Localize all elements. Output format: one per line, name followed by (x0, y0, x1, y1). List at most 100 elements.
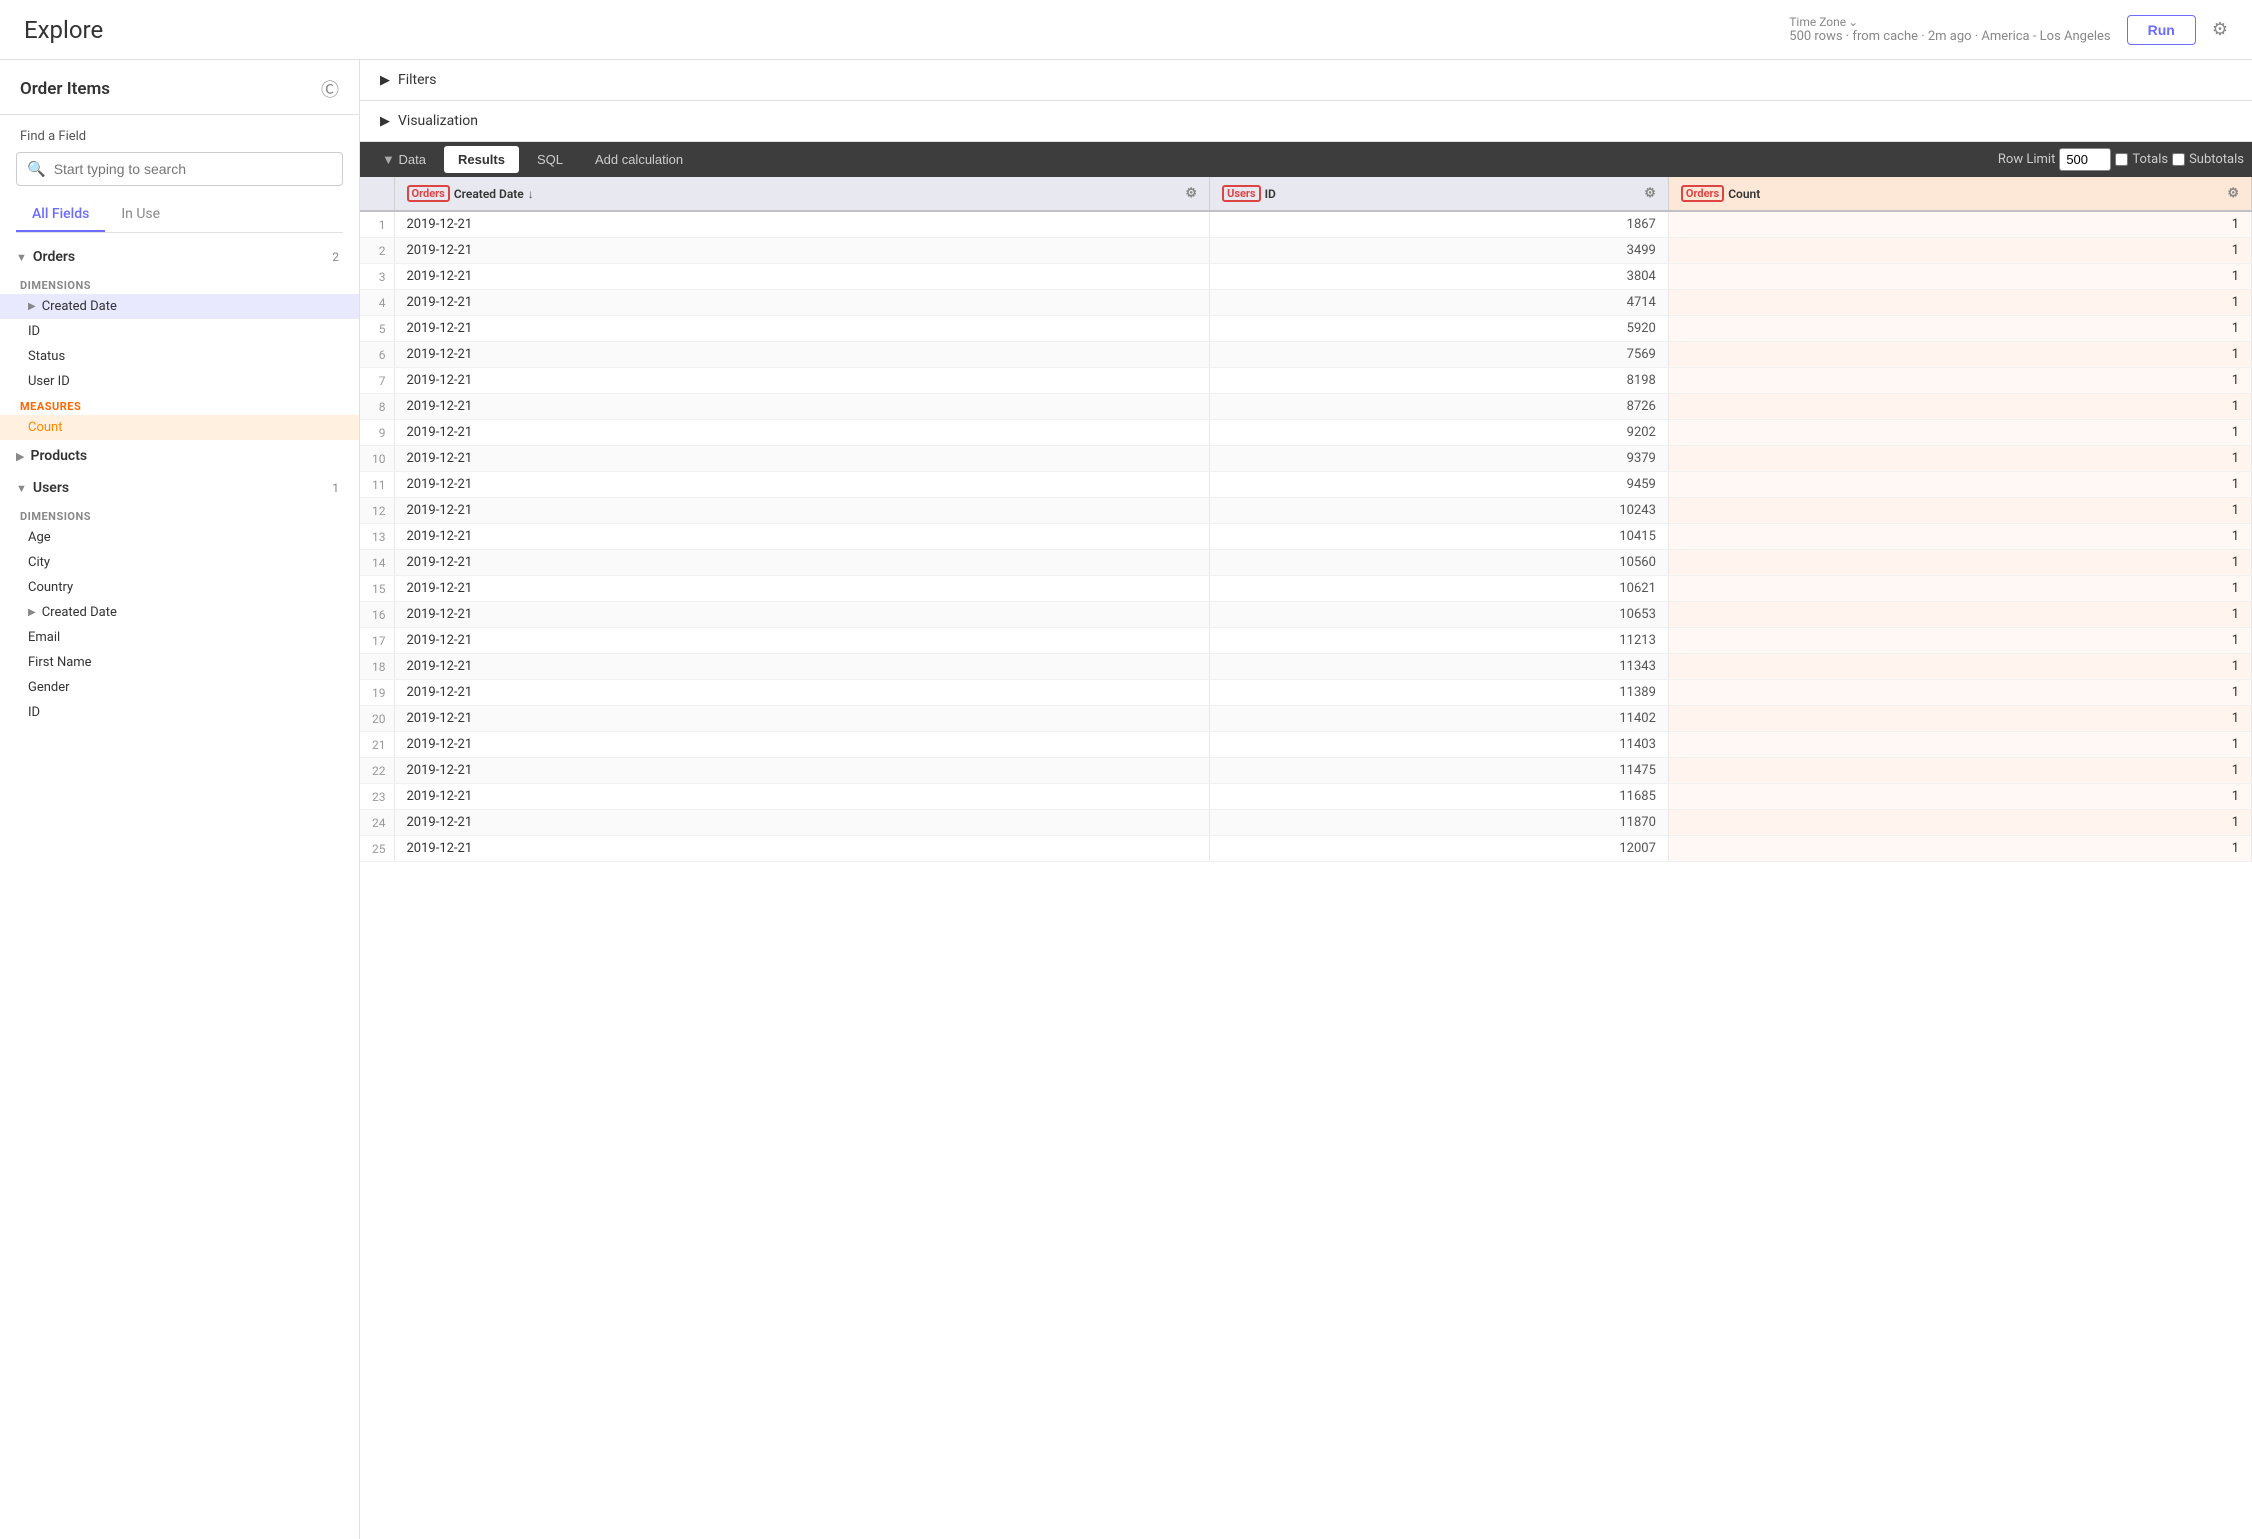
chevron-down-icon: ▼ (16, 251, 27, 264)
table-row: 102019-12-2193791 (360, 446, 2252, 472)
dimensions-label-users: DIMENSIONS (0, 504, 359, 525)
filters-section[interactable]: ▶ Filters (360, 60, 2252, 101)
col-header-orders-count[interactable]: Orders Count ⚙ (1668, 177, 2251, 211)
table-row: 212019-12-21114031 (360, 732, 2252, 758)
orders-badge-1: Orders (407, 185, 450, 202)
field-group-orders: ▼ Orders 2 DIMENSIONS ▶ Created Date ID … (0, 241, 359, 440)
cell-count: 1 (1668, 211, 2251, 238)
totals-checkbox[interactable] (2115, 153, 2128, 166)
timezone-selector[interactable]: Time Zone ⌄ (1789, 15, 2110, 29)
sidebar-title: Order Items Ⓒ (20, 76, 339, 102)
field-users-country[interactable]: Country (0, 575, 359, 600)
cell-created-date: 2019-12-21 (394, 784, 1210, 810)
row-number: 25 (360, 836, 394, 862)
cell-count: 1 (1668, 498, 2251, 524)
filters-expand-icon: ▶ (380, 73, 390, 88)
data-toolbar: ▼ Data Results SQL Add calculation Row L… (360, 142, 2252, 177)
field-orders-count[interactable]: Count (0, 415, 359, 440)
table-row: 72019-12-2181981 (360, 368, 2252, 394)
field-orders-created-date[interactable]: ▶ Created Date (0, 294, 359, 319)
data-tab[interactable]: ▼ Data (368, 146, 440, 173)
cell-user-id: 1867 (1210, 211, 1669, 238)
row-number: 15 (360, 576, 394, 602)
cell-user-id: 3804 (1210, 264, 1669, 290)
table-row: 152019-12-21106211 (360, 576, 2252, 602)
field-users-gender[interactable]: Gender (0, 675, 359, 700)
field-users-created-date[interactable]: ▶ Created Date (0, 600, 359, 625)
field-orders-id[interactable]: ID (0, 319, 359, 344)
cell-count: 1 (1668, 472, 2251, 498)
row-number: 3 (360, 264, 394, 290)
row-number: 21 (360, 732, 394, 758)
field-users-age[interactable]: Age (0, 525, 359, 550)
cell-count: 1 (1668, 654, 2251, 680)
expand-icon-users: ▶ (28, 607, 36, 618)
chevron-right-icon: ▶ (16, 450, 24, 463)
table-row: 32019-12-2138041 (360, 264, 2252, 290)
cell-count: 1 (1668, 394, 2251, 420)
dimensions-label-orders: DIMENSIONS (0, 273, 359, 294)
sql-tab[interactable]: SQL (523, 146, 577, 173)
cell-count: 1 (1668, 524, 2251, 550)
settings-icon[interactable]: ⚙ (2212, 19, 2228, 40)
cell-created-date: 2019-12-21 (394, 524, 1210, 550)
field-group-users-header[interactable]: ▼ Users 1 (0, 472, 359, 504)
search-input[interactable] (54, 161, 332, 177)
col-settings-icon-1[interactable]: ⚙ (1185, 186, 1197, 201)
cell-created-date: 2019-12-21 (394, 836, 1210, 862)
table-header-row: Orders Created Date ↓ ⚙ Users ID (360, 177, 2252, 211)
tab-in-use[interactable]: In Use (105, 198, 176, 232)
cell-created-date: 2019-12-21 (394, 498, 1210, 524)
cell-created-date: 2019-12-21 (394, 732, 1210, 758)
cell-created-date: 2019-12-21 (394, 706, 1210, 732)
cell-created-date: 2019-12-21 (394, 602, 1210, 628)
row-limit-input[interactable] (2059, 148, 2111, 171)
table-row: 162019-12-21106531 (360, 602, 2252, 628)
cell-user-id: 11343 (1210, 654, 1669, 680)
cell-count: 1 (1668, 550, 2251, 576)
field-group-users: ▼ Users 1 DIMENSIONS Age City Country (0, 472, 359, 725)
totals-checkbox-label[interactable]: Totals (2115, 152, 2168, 167)
field-group-orders-header[interactable]: ▼ Orders 2 (0, 241, 359, 273)
cell-user-id: 8726 (1210, 394, 1669, 420)
col-header-orders-created-date[interactable]: Orders Created Date ↓ ⚙ (394, 177, 1210, 211)
table-row: 222019-12-21114751 (360, 758, 2252, 784)
cell-user-id: 10653 (1210, 602, 1669, 628)
search-box: 🔍 (16, 152, 343, 186)
field-users-city[interactable]: City (0, 550, 359, 575)
cell-count: 1 (1668, 238, 2251, 264)
col-settings-icon-3[interactable]: ⚙ (2227, 186, 2239, 201)
cell-user-id: 11213 (1210, 628, 1669, 654)
field-orders-status[interactable]: Status (0, 344, 359, 369)
field-group-products-header[interactable]: ▶ Products (0, 440, 359, 472)
table-body: 12019-12-211867122019-12-213499132019-12… (360, 211, 2252, 862)
measures-label-orders: MEASURES (0, 394, 359, 415)
cell-user-id: 10243 (1210, 498, 1669, 524)
cell-user-id: 9459 (1210, 472, 1669, 498)
cell-user-id: 11402 (1210, 706, 1669, 732)
field-orders-user-id[interactable]: User ID (0, 369, 359, 394)
results-table-container: Orders Created Date ↓ ⚙ Users ID (360, 177, 2252, 1539)
field-users-email[interactable]: Email (0, 625, 359, 650)
col-settings-icon-2[interactable]: ⚙ (1644, 186, 1656, 201)
add-calculation-button[interactable]: Add calculation (581, 146, 697, 173)
visualization-section[interactable]: ▶ Visualization (360, 101, 2252, 142)
field-users-first-name[interactable]: First Name (0, 650, 359, 675)
sidebar-collapse-button[interactable]: Ⓒ (321, 76, 339, 102)
cell-user-id: 11685 (1210, 784, 1669, 810)
expand-icon: ▶ (28, 301, 36, 312)
subtotals-checkbox-label[interactable]: Subtotals (2172, 152, 2244, 167)
tab-all-fields[interactable]: All Fields (16, 198, 105, 232)
col-header-users-id[interactable]: Users ID ⚙ (1210, 177, 1669, 211)
row-number: 4 (360, 290, 394, 316)
table-row: 232019-12-21116851 (360, 784, 2252, 810)
cell-count: 1 (1668, 342, 2251, 368)
run-button[interactable]: Run (2127, 15, 2196, 45)
cell-count: 1 (1668, 810, 2251, 836)
cache-info: 500 rows · from cache · 2m ago · America… (1789, 29, 2110, 44)
field-users-id[interactable]: ID (0, 700, 359, 725)
results-tab[interactable]: Results (444, 146, 519, 173)
subtotals-checkbox[interactable] (2172, 153, 2185, 166)
row-number: 20 (360, 706, 394, 732)
table-row: 12019-12-2118671 (360, 211, 2252, 238)
